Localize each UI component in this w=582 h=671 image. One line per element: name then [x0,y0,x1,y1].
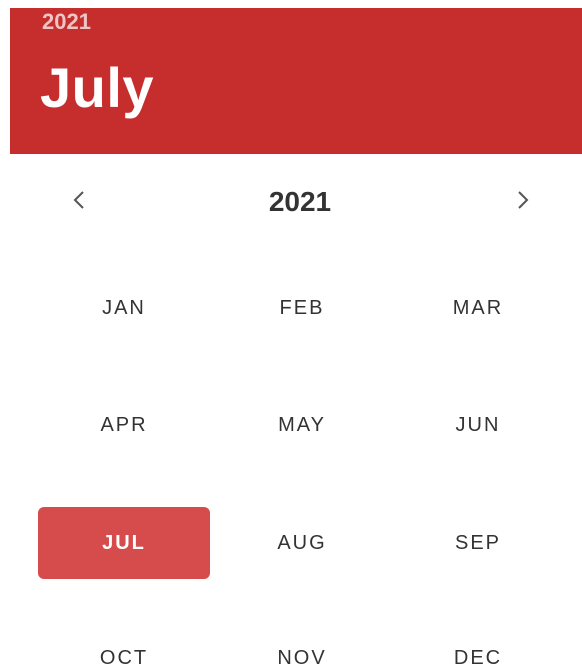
year-navigation: 2021 [0,172,582,232]
next-year-button[interactable] [503,182,543,222]
month-jun[interactable]: JUN [392,389,564,461]
chevron-left-icon [72,189,86,216]
month-picker: 2021 July 2021 JAN FEB MAR APR MAY JUN J… [0,0,582,671]
month-mar[interactable]: MAR [392,272,564,344]
header-month: July [40,56,155,119]
header-year[interactable]: 2021 [42,8,91,36]
month-may[interactable]: MAY [216,389,388,461]
month-oct[interactable]: OCT [38,622,210,671]
picker-header: 2021 July [10,8,582,154]
month-feb[interactable]: FEB [216,272,388,344]
month-nov[interactable]: NOV [216,622,388,671]
month-aug[interactable]: AUG [216,507,388,579]
month-jul[interactable]: JUL [38,507,210,579]
chevron-right-icon [516,189,530,216]
month-sep[interactable]: SEP [392,507,564,579]
month-jan[interactable]: JAN [38,272,210,344]
month-apr[interactable]: APR [38,389,210,461]
current-year[interactable]: 2021 [200,184,400,220]
previous-year-button[interactable] [59,182,99,222]
month-dec[interactable]: DEC [392,622,564,671]
